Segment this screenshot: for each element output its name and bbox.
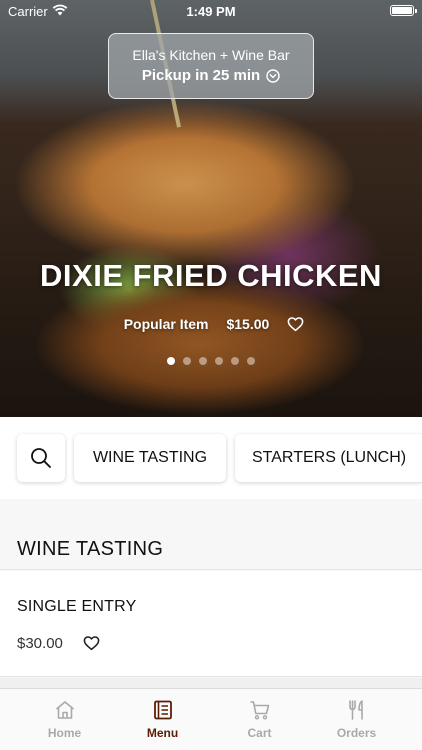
restaurant-pickup-selector[interactable]: Ella's Kitchen + Wine Bar Pickup in 25 m…: [108, 33, 314, 99]
carousel-dot[interactable]: [215, 357, 223, 365]
carousel-dot[interactable]: [183, 357, 191, 365]
section-title: WINE TASTING: [17, 538, 164, 560]
carousel-page-indicator[interactable]: [0, 357, 422, 365]
tab-cart[interactable]: Cart: [207, 689, 312, 750]
status-bar: Carrier 1:49 PM: [0, 0, 422, 22]
tab-menu[interactable]: Menu: [110, 689, 215, 750]
carousel-dot[interactable]: [231, 357, 239, 365]
chevron-down-circle-icon: [266, 68, 280, 83]
heart-icon[interactable]: [287, 316, 304, 332]
carousel-dot[interactable]: [247, 357, 255, 365]
popular-badge: Popular Item: [123, 316, 209, 332]
category-chip-starters-lunch[interactable]: STARTERS (LUNCH): [235, 434, 422, 482]
clock: 1:49 PM: [186, 4, 236, 19]
pickup-time-row: Pickup in 25 min: [109, 67, 313, 84]
menu-book-icon: [153, 700, 172, 720]
featured-hero[interactable]: Carrier 1:49 PM Ella's Kitchen + Wine Ba…: [0, 0, 422, 417]
tab-home[interactable]: Home: [12, 689, 117, 750]
home-icon: [55, 701, 74, 719]
tab-label: Cart: [247, 726, 272, 740]
restaurant-name: Ella's Kitchen + Wine Bar: [132, 47, 290, 63]
cart-icon: [250, 701, 269, 720]
tab-label: Orders: [336, 726, 377, 740]
tab-label: Menu: [146, 726, 179, 740]
menu-item-price: $30.00: [17, 635, 63, 652]
pickup-time-label: Pickup in 25 min: [141, 67, 261, 84]
menu-item-name: SINGLE ENTRY: [17, 598, 137, 615]
heart-icon[interactable]: [83, 635, 100, 651]
featured-item-meta: Popular Item $15.00: [0, 316, 422, 332]
category-bar: WINE TASTING STARTERS (LUNCH): [0, 417, 422, 499]
carousel-dot[interactable]: [199, 357, 207, 365]
search-button[interactable]: [17, 434, 65, 482]
carousel-dot[interactable]: [167, 357, 175, 365]
featured-item-price: $15.00: [226, 316, 270, 332]
menu-item-single-entry[interactable]: SINGLE ENTRY $30.00: [0, 571, 422, 677]
category-chip-wine-tasting[interactable]: WINE TASTING: [74, 434, 226, 482]
section-header: WINE TASTING: [0, 499, 422, 570]
search-icon: [31, 448, 51, 468]
fork-knife-icon: [348, 700, 363, 720]
tab-label: Home: [47, 726, 82, 740]
battery-icon: [390, 5, 417, 16]
tab-orders[interactable]: Orders: [304, 689, 409, 750]
featured-item-title: DIXIE FRIED CHICKEN: [40, 258, 382, 293]
tab-bar: Home Menu Cart Orders: [0, 688, 422, 750]
